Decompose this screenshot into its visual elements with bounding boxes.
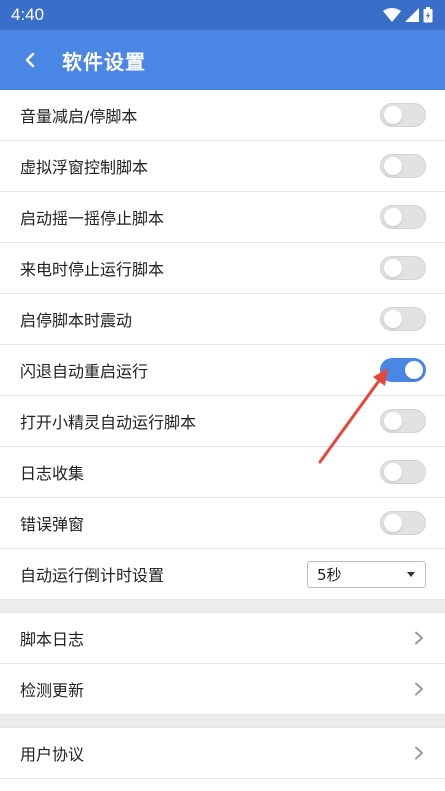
chevron-right-icon	[412, 746, 426, 760]
chevron-right-icon	[412, 682, 426, 696]
status-bar: 4:40	[0, 0, 445, 30]
toggle-knob	[384, 106, 402, 124]
settings-list: 音量减启/停脚本 虚拟浮窗控制脚本 启动摇一摇停止脚本 来电时停止运行脚本 启停脚本时震…	[0, 90, 445, 779]
section-divider	[0, 600, 445, 613]
toggle-knob	[384, 412, 402, 430]
countdown-select[interactable]: 5秒	[307, 560, 426, 588]
back-button[interactable]	[18, 48, 42, 72]
toggle-knob	[384, 259, 402, 277]
status-time: 4:40	[11, 5, 45, 24]
toggle-setting-label: 来电时停止运行脚本	[20, 260, 165, 279]
toggle-switch[interactable]	[380, 103, 426, 127]
toggle-switch[interactable]	[380, 307, 426, 331]
nav-row-label: 用户协议	[20, 745, 85, 764]
chevron-left-icon	[25, 52, 35, 68]
toggle-switch[interactable]	[380, 511, 426, 535]
toggle-setting-row: 闪退自动重启运行	[0, 345, 445, 396]
toggle-setting-row: 启动摇一摇停止脚本	[0, 192, 445, 243]
toggle-setting-row: 错误弹窗	[0, 498, 445, 549]
toggle-switch[interactable]	[380, 409, 426, 433]
nav-row[interactable]: 用户协议	[0, 728, 445, 779]
toggle-knob	[384, 310, 402, 328]
toggle-setting-label: 打开小精灵自动运行脚本	[20, 413, 197, 432]
toggle-setting-row: 启停脚本时震动	[0, 294, 445, 345]
status-icons	[383, 7, 433, 23]
toggle-setting-label: 启动摇一摇停止脚本	[20, 209, 165, 228]
toggle-setting-label: 虚拟浮窗控制脚本	[20, 158, 149, 177]
toggle-knob	[405, 361, 423, 379]
toggle-switch[interactable]	[380, 358, 426, 382]
toggle-setting-label: 日志收集	[20, 464, 85, 483]
toggle-switch[interactable]	[380, 256, 426, 280]
countdown-setting-row: 自动运行倒计时设置 5秒	[0, 549, 445, 600]
battery-icon	[423, 7, 433, 23]
wifi-icon	[383, 8, 401, 22]
countdown-select-value: 5秒	[317, 565, 342, 584]
toggle-knob	[384, 463, 402, 481]
toggle-setting-row: 音量减启/停脚本	[0, 90, 445, 141]
toggle-setting-row: 虚拟浮窗控制脚本	[0, 141, 445, 192]
toggle-setting-label: 闪退自动重启运行	[20, 362, 149, 381]
section-divider	[0, 715, 445, 728]
toggle-setting-row: 打开小精灵自动运行脚本	[0, 396, 445, 447]
nav-group-logs-updates: 脚本日志 检测更新	[0, 613, 445, 715]
chevron-right-icon	[412, 631, 426, 645]
toggle-switch[interactable]	[380, 460, 426, 484]
nav-row[interactable]: 脚本日志	[0, 613, 445, 664]
signal-icon	[405, 8, 419, 22]
toggle-settings-group: 音量减启/停脚本 虚拟浮窗控制脚本 启动摇一摇停止脚本 来电时停止运行脚本 启停脚本时震…	[0, 90, 445, 549]
nav-row-label: 脚本日志	[20, 630, 85, 649]
toggle-knob	[384, 157, 402, 175]
toggle-setting-row: 日志收集	[0, 447, 445, 498]
toggle-setting-label: 音量减启/停脚本	[20, 107, 138, 126]
nav-row-label: 检测更新	[20, 681, 85, 700]
toggle-setting-label: 启停脚本时震动	[20, 311, 133, 330]
toggle-switch[interactable]	[380, 205, 426, 229]
page-title: 软件设置	[62, 49, 146, 74]
toggle-setting-row: 来电时停止运行脚本	[0, 243, 445, 294]
nav-group-agreement: 用户协议	[0, 728, 445, 779]
nav-row[interactable]: 检测更新	[0, 664, 445, 715]
caret-down-icon	[407, 571, 415, 577]
app-bar: 软件设置	[0, 30, 445, 90]
toggle-knob	[384, 208, 402, 226]
toggle-setting-label: 错误弹窗	[20, 515, 85, 534]
toggle-knob	[384, 514, 402, 532]
countdown-setting-label: 自动运行倒计时设置	[20, 566, 165, 585]
toggle-switch[interactable]	[380, 154, 426, 178]
